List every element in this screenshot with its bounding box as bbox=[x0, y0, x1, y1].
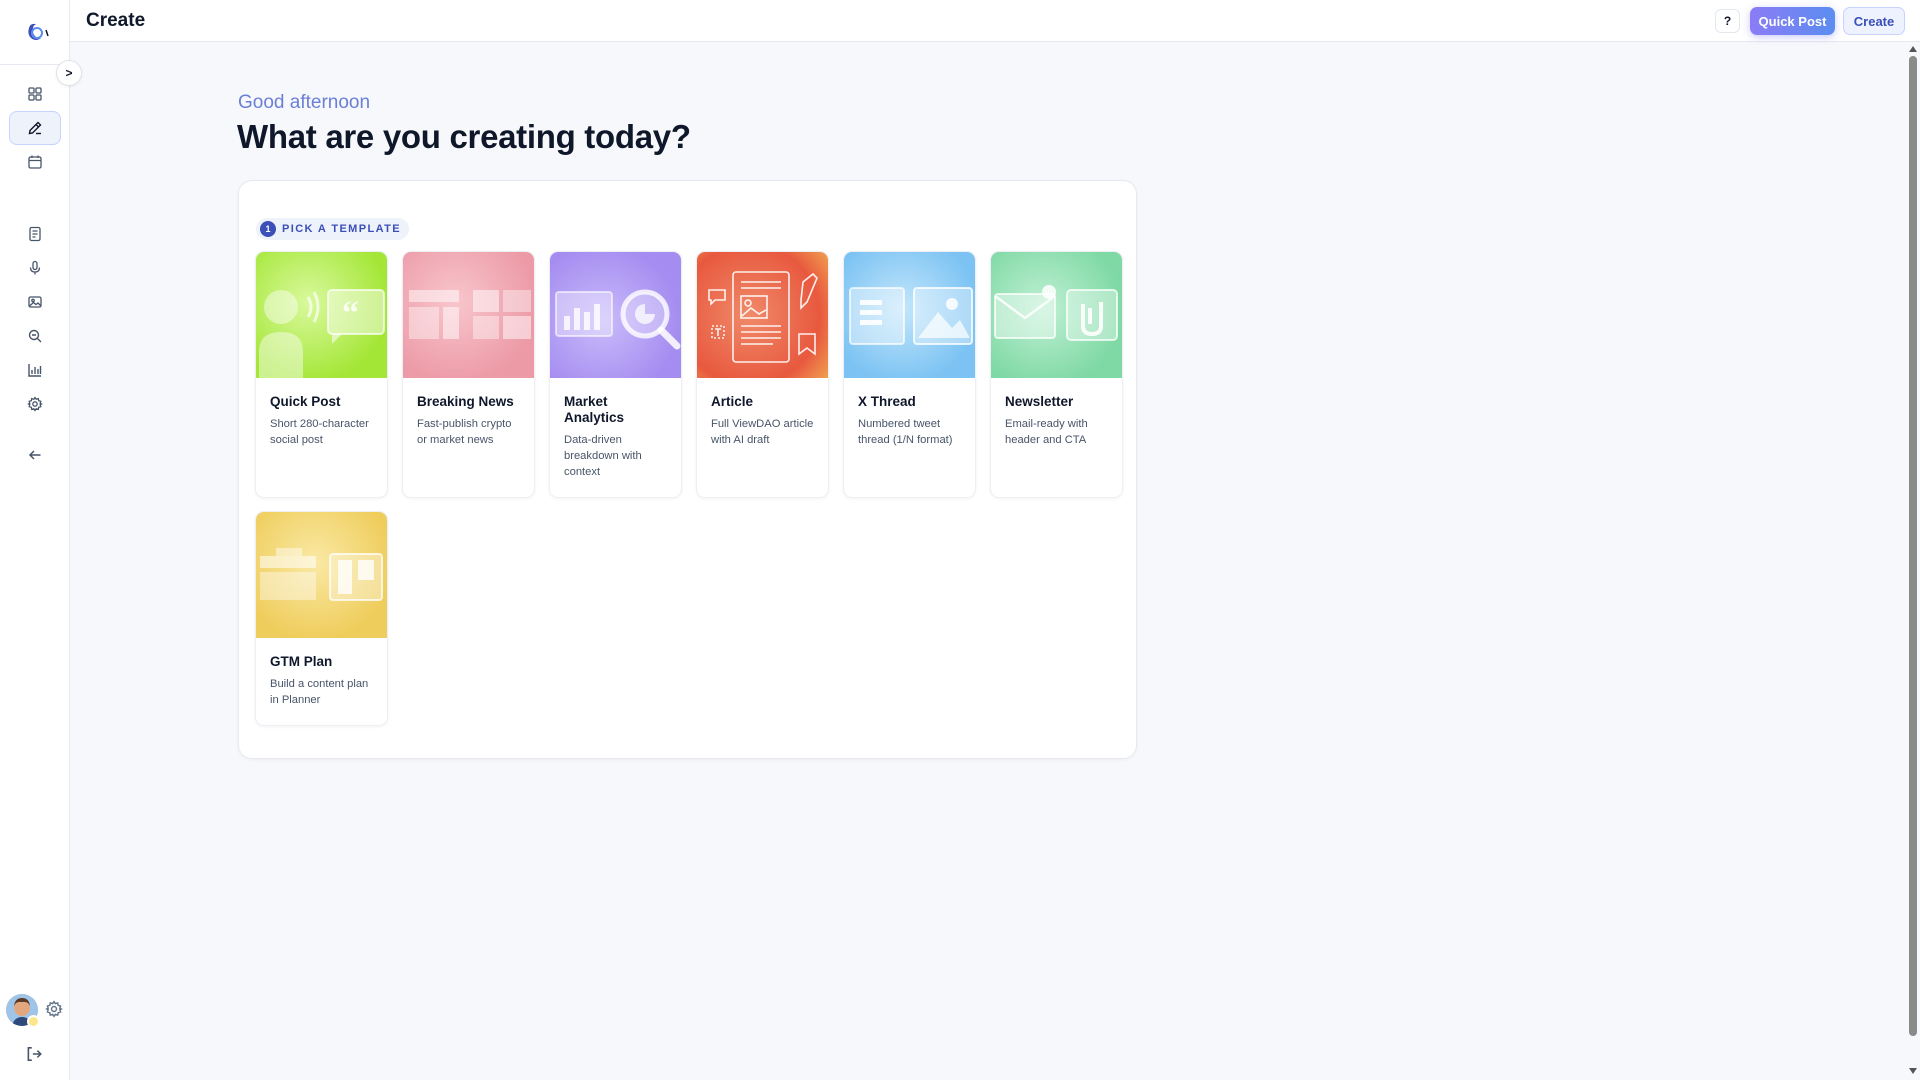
template-panel: 1 PICK A TEMPLATE “ Quick Post Short 280… bbox=[238, 180, 1137, 759]
sidebar-item-images[interactable] bbox=[9, 285, 61, 319]
template-title: Newsletter bbox=[1005, 394, 1074, 409]
sidebar-item-calendar[interactable] bbox=[9, 145, 61, 179]
template-card-newsletter[interactable]: Newsletter Email-ready with header and C… bbox=[990, 251, 1123, 498]
help-button[interactable]: ? bbox=[1715, 9, 1740, 33]
pen-icon bbox=[28, 121, 42, 135]
sidebar-item-research[interactable] bbox=[9, 319, 61, 353]
app-logo-icon[interactable] bbox=[24, 20, 50, 46]
template-description: Short 280-character social post bbox=[270, 418, 369, 446]
template-title: Article bbox=[711, 394, 754, 409]
user-settings-gear-icon[interactable] bbox=[45, 1000, 63, 1018]
grid-icon bbox=[28, 87, 42, 101]
step-chip: 1 PICK A TEMPLATE bbox=[256, 218, 409, 240]
template-card-gtm-plan[interactable]: GTM Plan Build a content plan in Planner bbox=[255, 511, 388, 726]
page-title: Create bbox=[86, 10, 146, 31]
market-analytics-illustration bbox=[550, 252, 681, 378]
scroll-down-arrow-icon[interactable] bbox=[1909, 1068, 1917, 1074]
analytics-magnifier-icon bbox=[555, 289, 681, 350]
template-description: Full ViewDAO article with AI draft bbox=[711, 418, 814, 446]
template-description: Fast-publish crypto or market news bbox=[417, 418, 512, 446]
step-label: PICK A TEMPLATE bbox=[282, 223, 401, 235]
gtm-plan-illustration bbox=[256, 512, 387, 638]
chart-icon bbox=[28, 364, 42, 377]
sidebar-collapse-button[interactable]: > bbox=[56, 60, 82, 86]
template-title: Market Analytics bbox=[564, 394, 625, 425]
template-card-breaking-news[interactable]: Breaking News Fast-publish crypto or mar… bbox=[402, 251, 535, 498]
sidebar-item-settings[interactable] bbox=[9, 387, 61, 421]
template-title: Breaking News bbox=[417, 394, 514, 409]
gear-icon bbox=[27, 396, 43, 412]
template-title: GTM Plan bbox=[270, 654, 333, 669]
quick-post-button[interactable]: Quick Post bbox=[1750, 7, 1835, 35]
document-icon bbox=[29, 226, 41, 242]
template-description: Build a content plan in Planner bbox=[270, 678, 369, 706]
sidebar-item-documents[interactable] bbox=[9, 217, 61, 251]
logout-icon[interactable] bbox=[25, 1045, 43, 1063]
sidebar-item-analytics[interactable] bbox=[9, 353, 61, 387]
x-thread-illustration bbox=[844, 252, 975, 378]
template-description: Data-driven breakdown with context bbox=[564, 434, 642, 478]
article-document-icon bbox=[708, 271, 818, 363]
sidebar-item-dashboard[interactable] bbox=[9, 77, 61, 111]
vertical-scrollbar[interactable] bbox=[1906, 42, 1920, 1080]
speech-bubble-icon: “ bbox=[259, 289, 385, 378]
news-layout-icon bbox=[409, 290, 531, 339]
article-illustration bbox=[697, 252, 828, 378]
svg-text:“: “ bbox=[342, 295, 359, 332]
template-card-x-thread[interactable]: X Thread Numbered tweet thread (1/N form… bbox=[843, 251, 976, 498]
top-bar: Create ? Quick Post Create bbox=[70, 0, 1920, 42]
scroll-up-arrow-icon[interactable] bbox=[1909, 46, 1917, 52]
template-title: Quick Post bbox=[270, 394, 341, 409]
microphone-icon bbox=[29, 260, 41, 275]
breaking-news-illustration bbox=[403, 252, 534, 378]
greeting: Good afternoon bbox=[238, 92, 371, 113]
template-card-quick-post[interactable]: “ Quick Post Short 280-character social … bbox=[255, 251, 388, 498]
sidebar-item-back[interactable] bbox=[9, 438, 61, 472]
step-number: 1 bbox=[260, 221, 276, 237]
avatar-status-badge bbox=[27, 1015, 40, 1028]
template-card-article[interactable]: Article Full ViewDAO article with AI dra… bbox=[696, 251, 829, 498]
calendar-icon bbox=[28, 155, 42, 169]
sidebar bbox=[0, 0, 70, 1080]
create-button[interactable]: Create bbox=[1843, 7, 1905, 35]
arrow-left-icon bbox=[28, 450, 41, 460]
headline: What are you creating today? bbox=[237, 118, 691, 155]
template-description: Numbered tweet thread (1/N format) bbox=[858, 418, 953, 446]
newsletter-illustration bbox=[991, 252, 1122, 378]
template-title: X Thread bbox=[858, 394, 916, 409]
sidebar-item-create[interactable] bbox=[9, 111, 61, 145]
planner-board-icon bbox=[260, 548, 383, 601]
thread-image-icon bbox=[849, 287, 973, 345]
sidebar-item-audio[interactable] bbox=[9, 251, 61, 285]
envelope-attachment-icon bbox=[994, 285, 1118, 341]
quick-post-illustration: “ bbox=[256, 252, 387, 378]
template-card-market-analytics[interactable]: Market Analytics Data-driven breakdown w… bbox=[549, 251, 682, 498]
search-icon bbox=[28, 329, 42, 343]
template-description: Email-ready with header and CTA bbox=[1005, 418, 1088, 446]
scroll-thumb[interactable] bbox=[1909, 56, 1917, 1036]
image-icon bbox=[28, 296, 42, 308]
